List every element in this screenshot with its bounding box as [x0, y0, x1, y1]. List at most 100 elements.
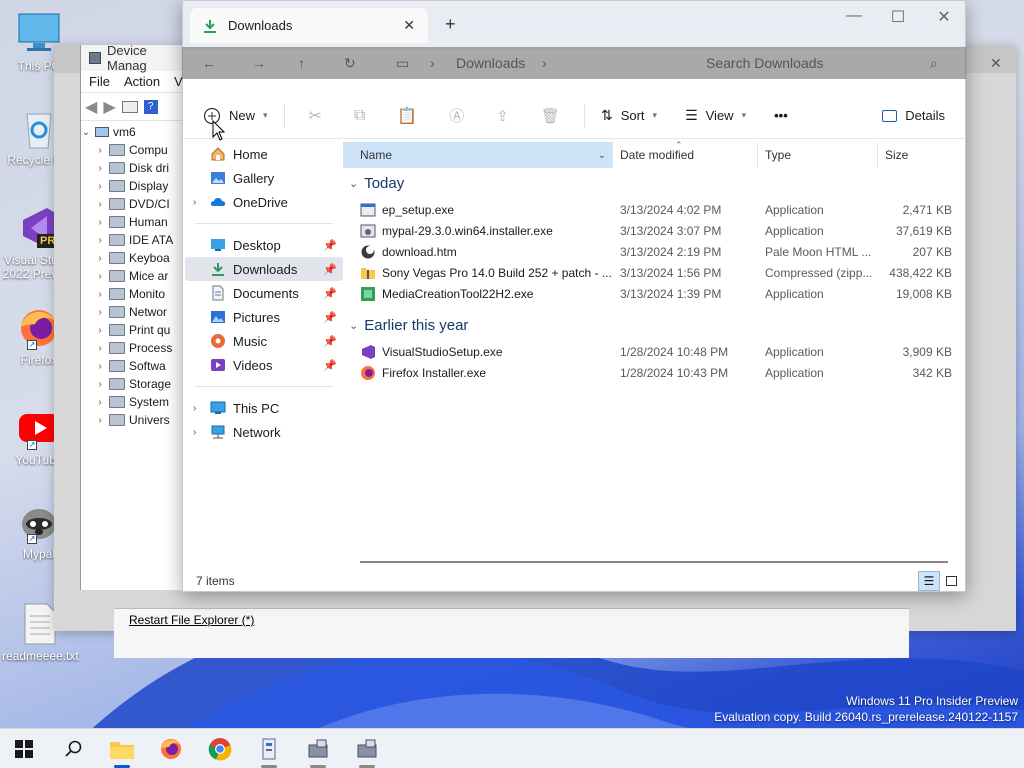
- horizontal-scrollbar[interactable]: [360, 561, 948, 563]
- pin-icon[interactable]: 📌: [323, 263, 337, 276]
- expand-chevron-icon[interactable]: ›: [95, 397, 105, 408]
- expand-chevron-icon[interactable]: ›: [95, 217, 105, 228]
- expand-chevron-icon[interactable]: ›: [193, 403, 203, 414]
- taskbar-file-explorer[interactable]: [100, 729, 144, 768]
- pin-icon[interactable]: 📌: [323, 311, 337, 324]
- back-icon[interactable]: ←: [202, 55, 216, 71]
- view-button[interactable]: ☰ View ▾: [677, 100, 754, 132]
- nav-item-videos[interactable]: Videos 📌: [185, 353, 343, 377]
- nav-item-downloads[interactable]: Downloads 📌: [185, 257, 343, 281]
- file-row[interactable]: ep_setup.exe 3/13/2024 4:02 PM Application…: [343, 199, 965, 220]
- expand-chevron-icon[interactable]: ›: [95, 235, 105, 246]
- taskbar-device-manager-2[interactable]: [345, 729, 389, 768]
- file-explorer-window[interactable]: Downloads ✕ + — ☐ ✕ New ▾ ✂ ⧉ 📋 Ⓐ ⇪ 🗑 ⇅ …: [182, 0, 966, 592]
- taskbar-task-manager[interactable]: [247, 729, 291, 768]
- breadcrumb-downloads[interactable]: Downloads: [456, 55, 525, 71]
- forward-icon[interactable]: →: [252, 55, 266, 71]
- new-button[interactable]: New ▾: [195, 100, 276, 132]
- menu-action[interactable]: Action: [124, 74, 160, 89]
- taskbar-device-manager[interactable]: [296, 729, 340, 768]
- nav-item-this-pc[interactable]: › This PC: [185, 396, 343, 420]
- device-category-row[interactable]: › DVD/CI: [81, 195, 190, 213]
- nav-item-music[interactable]: Music 📌: [185, 329, 343, 353]
- expand-chevron-icon[interactable]: ›: [95, 415, 105, 426]
- copy-button[interactable]: ⧉: [346, 100, 373, 132]
- nav-item-onedrive[interactable]: › OneDrive: [185, 190, 343, 214]
- column-header-size[interactable]: Size: [878, 142, 960, 168]
- search-button[interactable]: [51, 729, 95, 768]
- help-icon[interactable]: ?: [143, 99, 158, 114]
- nav-item-gallery[interactable]: Gallery: [185, 166, 343, 190]
- file-row[interactable]: VisualStudioSetup.exe 1/28/2024 10:48 PM A…: [343, 341, 965, 362]
- expand-chevron-icon[interactable]: ›: [193, 197, 203, 208]
- minimize-button[interactable]: —: [839, 7, 869, 25]
- close-window-button[interactable]: ✕: [929, 7, 959, 27]
- chevron-down-icon[interactable]: ⌄: [598, 150, 606, 161]
- device-category-row[interactable]: › Print qu: [81, 321, 190, 339]
- device-category-row[interactable]: › System: [81, 393, 190, 411]
- expand-chevron-icon[interactable]: ›: [95, 379, 105, 390]
- more-options-button[interactable]: •••: [766, 100, 796, 132]
- file-row[interactable]: mypal-29.3.0.win64.installer.exe 3/13/202…: [343, 220, 965, 241]
- expand-chevron-icon[interactable]: ›: [95, 361, 105, 372]
- refresh-icon[interactable]: ↻: [344, 55, 356, 72]
- file-row[interactable]: download.htm 3/13/2024 2:19 PM Pale Moon H…: [343, 241, 965, 262]
- nav-item-documents[interactable]: Documents 📌: [185, 281, 343, 305]
- expand-chevron-icon[interactable]: ›: [95, 307, 105, 318]
- device-category-row[interactable]: › Univers: [81, 411, 190, 429]
- expand-chevron-icon[interactable]: ›: [95, 343, 105, 354]
- delete-button[interactable]: 🗑: [533, 100, 568, 132]
- details-view-toggle[interactable]: ☰: [918, 571, 940, 591]
- device-category-row[interactable]: › Mice ar: [81, 267, 190, 285]
- device-category-row[interactable]: › Process: [81, 339, 190, 357]
- taskbar-chrome[interactable]: [198, 729, 242, 768]
- rename-button[interactable]: Ⓐ: [441, 100, 472, 132]
- tiles-view-toggle[interactable]: [940, 571, 962, 591]
- close-ghost-icon[interactable]: ✕: [990, 55, 1002, 72]
- device-category-row[interactable]: › Display: [81, 177, 190, 195]
- device-category-row[interactable]: › Softwa: [81, 357, 190, 375]
- taskbar-firefox[interactable]: [149, 729, 193, 768]
- details-pane-button[interactable]: Details: [874, 100, 953, 132]
- expand-chevron-icon[interactable]: ›: [95, 289, 105, 300]
- expand-chevron-icon[interactable]: ›: [95, 271, 105, 282]
- expand-chevron-icon[interactable]: ›: [193, 427, 203, 438]
- device-category-row[interactable]: › Keyboa: [81, 249, 190, 267]
- pin-icon[interactable]: 📌: [323, 287, 337, 300]
- device-category-row[interactable]: › IDE ATA: [81, 231, 190, 249]
- search-input[interactable]: Search Downloads: [706, 55, 824, 71]
- column-header-date[interactable]: ⌃ Date modified: [613, 140, 758, 168]
- collapse-chevron-icon[interactable]: ⌄: [349, 319, 358, 332]
- device-category-row[interactable]: › Storage: [81, 375, 190, 393]
- start-button[interactable]: [2, 729, 46, 768]
- file-row[interactable]: Sony Vegas Pro 14.0 Build 252 + patch - …: [343, 262, 965, 283]
- column-header-type[interactable]: Type: [758, 142, 878, 168]
- forward-arrow-icon[interactable]: ▶: [103, 97, 115, 117]
- expand-chevron-icon[interactable]: ›: [95, 163, 105, 174]
- nav-item-desktop[interactable]: Desktop 📌: [185, 233, 343, 257]
- device-category-row[interactable]: › Disk dri: [81, 159, 190, 177]
- share-button[interactable]: ⇪: [488, 100, 517, 132]
- device-tree-root[interactable]: ⌄ vm6: [81, 123, 190, 141]
- collapse-chevron-icon[interactable]: ⌄: [349, 177, 358, 190]
- file-row[interactable]: MediaCreationTool22H2.exe 3/13/2024 1:39 …: [343, 283, 965, 304]
- cut-button[interactable]: ✂: [301, 100, 330, 132]
- file-row[interactable]: Firefox Installer.exe 1/28/2024 10:43 PM A…: [343, 362, 965, 383]
- back-arrow-icon[interactable]: ◀: [85, 97, 97, 117]
- device-category-row[interactable]: › Compu: [81, 141, 190, 159]
- paste-button[interactable]: 📋: [389, 100, 425, 132]
- nav-item-network[interactable]: › Network: [185, 420, 343, 444]
- properties-icon[interactable]: [121, 100, 138, 113]
- expand-chevron-icon[interactable]: ›: [95, 199, 105, 210]
- device-category-row[interactable]: › Human: [81, 213, 190, 231]
- pin-icon[interactable]: 📌: [323, 239, 337, 252]
- device-category-row[interactable]: › Networ: [81, 303, 190, 321]
- tab-downloads[interactable]: Downloads ✕: [190, 8, 428, 43]
- expand-chevron-icon[interactable]: ›: [95, 253, 105, 264]
- nav-item-pictures[interactable]: Pictures 📌: [185, 305, 343, 329]
- device-manager-window[interactable]: Device Manag File Action V ◀ ▶ ? ⌄ vm6 ›…: [80, 43, 190, 590]
- device-category-row[interactable]: › Monito: [81, 285, 190, 303]
- nav-item-home[interactable]: Home: [185, 142, 343, 166]
- menu-file[interactable]: File: [89, 74, 110, 89]
- expand-chevron-icon[interactable]: ›: [95, 181, 105, 192]
